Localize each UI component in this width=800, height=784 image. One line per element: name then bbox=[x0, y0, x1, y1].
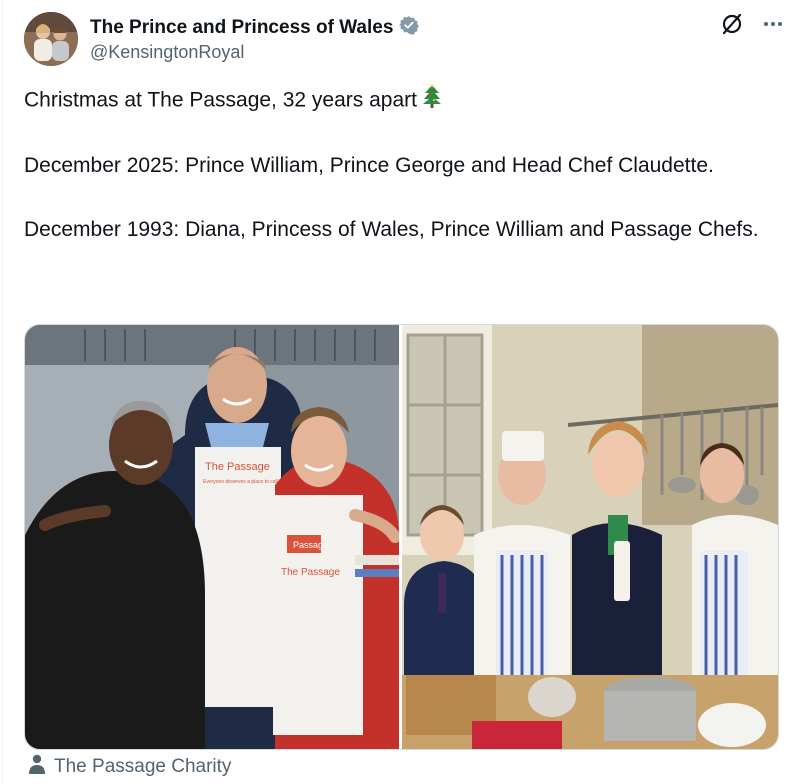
attribution-text[interactable]: The Passage Charity bbox=[54, 756, 231, 778]
attribution[interactable]: The Passage Charity bbox=[28, 754, 231, 780]
column-divider bbox=[2, 0, 3, 784]
handle[interactable]: @KensingtonRoyal bbox=[90, 42, 244, 63]
media-grid: The Passage Everyone deserves a place to… bbox=[24, 324, 779, 750]
name-row: The Prince and Princess of Wales bbox=[90, 15, 420, 40]
person-icon bbox=[28, 754, 46, 780]
photo-1993[interactable] bbox=[402, 325, 778, 749]
grok-icon[interactable] bbox=[720, 12, 744, 36]
display-name[interactable]: The Prince and Princess of Wales bbox=[90, 17, 393, 39]
avatar[interactable] bbox=[24, 12, 78, 66]
sleeve-badge: Passage bbox=[293, 540, 328, 550]
tweet-line-3: December 1993: Diana, Princess of Wales,… bbox=[24, 218, 759, 241]
tweet-line-1: Christmas at The Passage, 32 years apart bbox=[24, 84, 776, 118]
tweet-header: The Prince and Princess of Wales @Kensin… bbox=[24, 12, 784, 68]
more-icon[interactable] bbox=[762, 13, 784, 35]
apron-title-george: The Passage bbox=[281, 567, 340, 578]
christmas-tree-icon bbox=[422, 84, 441, 118]
photo-2025[interactable]: The Passage Everyone deserves a place to… bbox=[25, 325, 399, 749]
apron-title-2025: The Passage bbox=[205, 461, 270, 473]
verified-badge-icon bbox=[399, 15, 420, 40]
tweet-line-2: December 2025: Prince William, Prince Ge… bbox=[24, 154, 714, 177]
tweet-text: Christmas at The Passage, 32 years apart… bbox=[24, 84, 776, 246]
tweet-actions bbox=[720, 12, 784, 36]
